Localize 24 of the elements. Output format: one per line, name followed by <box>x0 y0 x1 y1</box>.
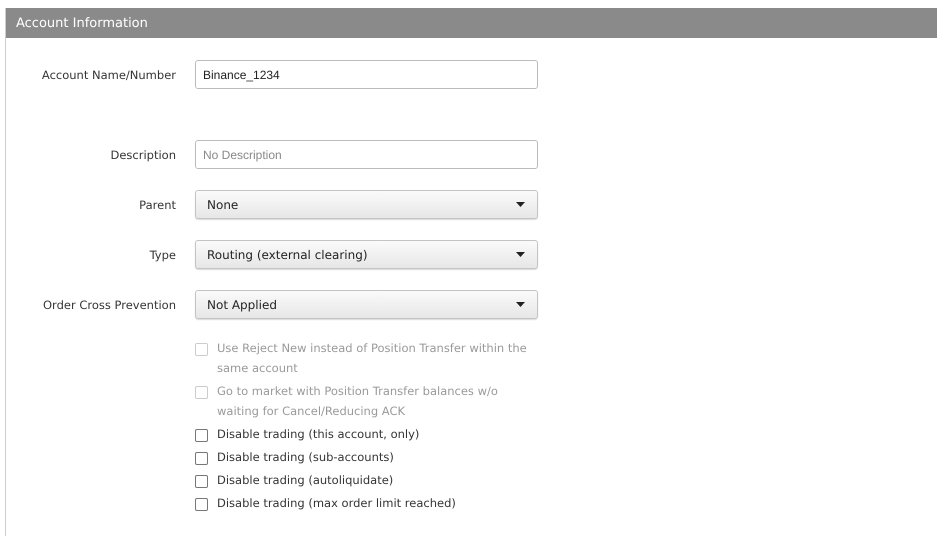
caret-icon <box>516 302 525 307</box>
checkbox[interactable] <box>195 429 208 442</box>
checkbox-label: Go to market with Position Transfer balances w/o waiting for Cancel/Reducing ACK <box>217 383 499 420</box>
caret-icon <box>516 252 525 257</box>
field-label: Order Cross Prevention <box>42 298 176 312</box>
panel-title: Account Information <box>16 16 148 30</box>
text-field[interactable]: Binance_1234 <box>195 60 538 89</box>
caret-icon <box>516 202 525 207</box>
field-label: Type <box>148 248 176 262</box>
checkbox[interactable] <box>195 452 208 465</box>
checkbox-label: Disable trading (sub-accounts) <box>217 449 394 466</box>
checkbox[interactable] <box>195 475 208 488</box>
field-label: Account Name/Number <box>40 68 176 82</box>
dropdown[interactable]: None <box>195 190 538 219</box>
checkbox-label: Use Reject New instead of Position Transfer within the same account <box>217 340 528 377</box>
checkbox-label: Disable trading (this account, only) <box>217 426 420 443</box>
checkbox-label: Disable trading (max order limit reached) <box>217 495 456 512</box>
field-label: Description <box>110 148 176 162</box>
dropdown[interactable]: Not Applied <box>195 290 538 319</box>
checkbox[interactable] <box>195 498 208 511</box>
dropdown[interactable]: Routing (external clearing) <box>195 240 538 269</box>
text-field[interactable]: No Description <box>195 140 538 169</box>
checkbox-label: Disable trading (autoliquidate) <box>217 472 394 489</box>
field-label: Parent <box>138 198 176 212</box>
